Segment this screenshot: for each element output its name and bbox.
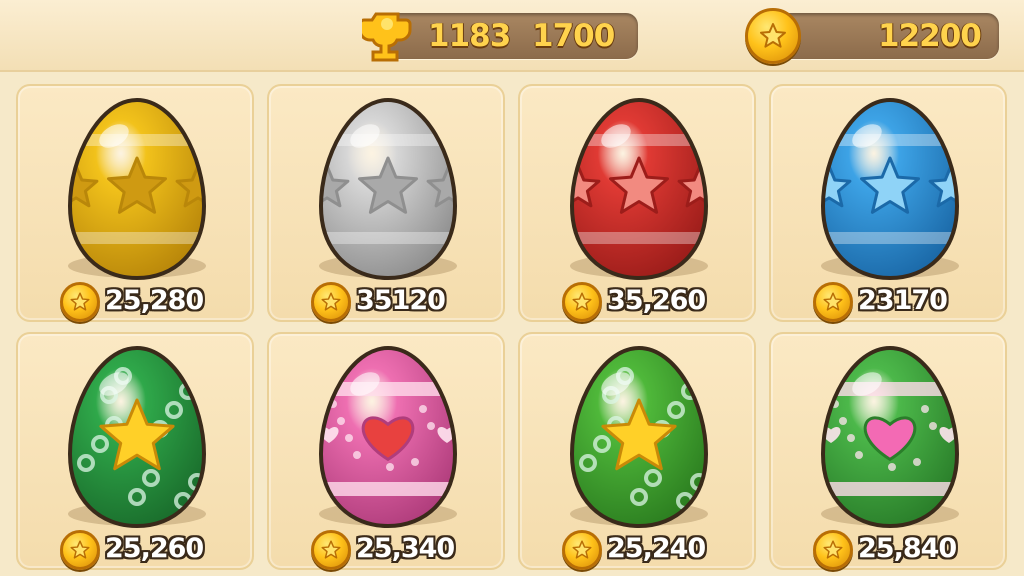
price-tag: 25,840 <box>813 528 1003 570</box>
price-tag: 25,280 <box>60 280 250 322</box>
coins-pill: 12200 <box>770 13 999 59</box>
progress-pill: 1183 1700 <box>384 13 638 59</box>
price-tag: 25,240 <box>562 528 752 570</box>
coin-icon <box>562 530 602 570</box>
price-label: 25,240 <box>607 533 706 564</box>
coin-icon <box>813 282 853 322</box>
red-star-egg[interactable] <box>564 94 714 284</box>
price-label: 35,260 <box>607 285 706 316</box>
pink-heart-egg[interactable] <box>313 342 463 532</box>
price-label: 25,260 <box>105 533 204 564</box>
green-heart-egg[interactable] <box>815 342 965 532</box>
egg-card[interactable]: 25,340 <box>267 332 505 570</box>
top-bar: 1183 1700 12200 <box>0 0 1024 72</box>
egg-card[interactable]: 35,260 <box>518 84 756 322</box>
lime-star-egg[interactable] <box>564 342 714 532</box>
price-label: 35120 <box>356 285 446 316</box>
coin-icon <box>311 282 351 322</box>
coin-icon <box>60 282 100 322</box>
trophy-icon <box>358 8 412 64</box>
silver-star-egg[interactable] <box>313 94 463 284</box>
gold-star-egg[interactable] <box>62 94 212 284</box>
progress-target: 1700 <box>532 18 615 54</box>
price-label: 23170 <box>858 285 948 316</box>
coin-icon <box>60 530 100 570</box>
price-tag: 23170 <box>813 280 1003 322</box>
blue-star-egg[interactable] <box>815 94 965 284</box>
egg-card[interactable]: 25,260 <box>16 332 254 570</box>
coins-total: 12200 <box>878 18 982 54</box>
price-tag: 25,340 <box>311 528 501 570</box>
egg-card[interactable]: 35120 <box>267 84 505 322</box>
price-label: 25,340 <box>356 533 455 564</box>
coin-icon <box>813 530 853 570</box>
price-tag: 35,260 <box>562 280 752 322</box>
egg-card[interactable]: 23170 <box>769 84 1007 322</box>
price-label: 25,280 <box>105 285 204 316</box>
coin-icon <box>562 282 602 322</box>
price-label: 25,840 <box>858 533 957 564</box>
egg-card[interactable]: 25,280 <box>16 84 254 322</box>
egg-card[interactable]: 25,240 <box>518 332 756 570</box>
coin-icon <box>745 8 801 64</box>
price-tag: 35120 <box>311 280 501 322</box>
price-tag: 25,260 <box>60 528 250 570</box>
progress-current: 1183 <box>428 18 511 54</box>
coin-icon <box>311 530 351 570</box>
green-star-egg[interactable] <box>62 342 212 532</box>
egg-card[interactable]: 25,840 <box>769 332 1007 570</box>
